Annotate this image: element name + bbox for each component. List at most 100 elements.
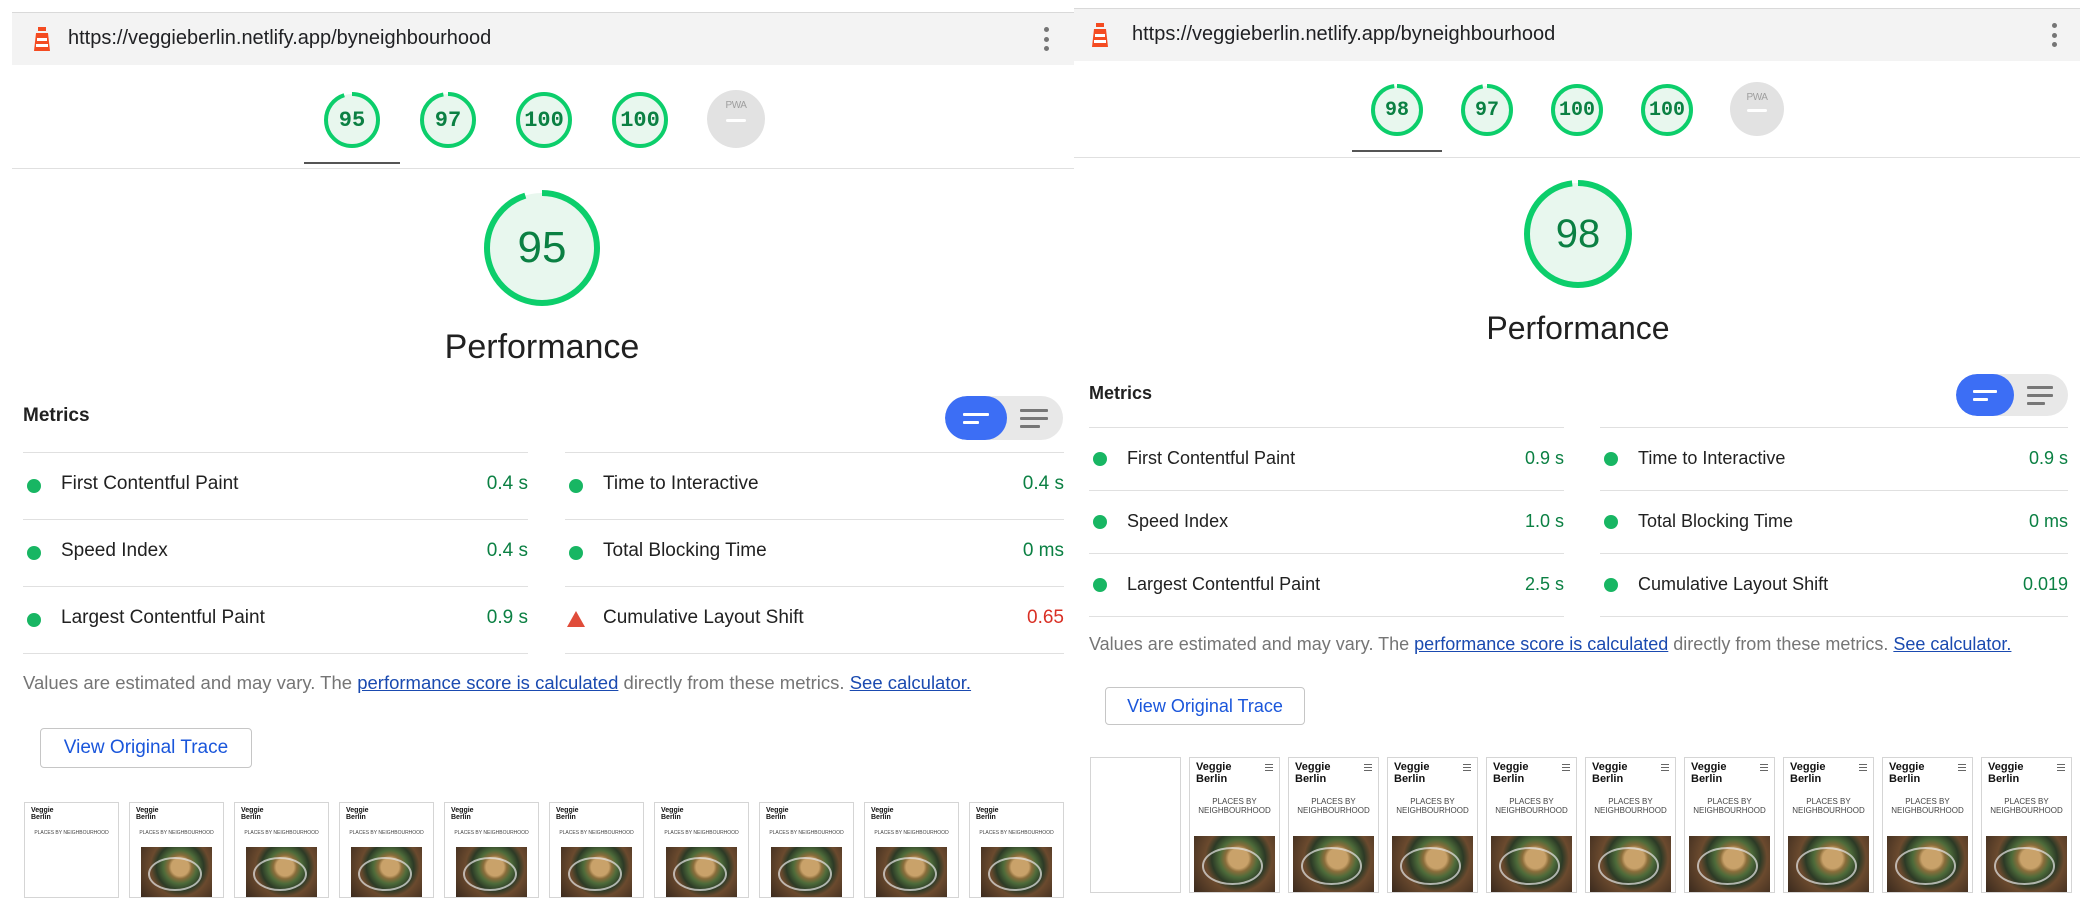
food-photo bbox=[1788, 836, 1869, 892]
menu-icon bbox=[1958, 764, 1966, 771]
menu-icon bbox=[1859, 764, 1867, 771]
menu-icon bbox=[1760, 764, 1768, 771]
filmstrip-frame: Veggie Berlin PLACES BY NEIGHBOURHOOD bbox=[1288, 757, 1379, 893]
list-lines-icon bbox=[2027, 385, 2053, 405]
menu-icon bbox=[1364, 764, 1372, 771]
metrics-divider bbox=[23, 653, 528, 654]
performance-gauge: 98 bbox=[1522, 178, 1634, 290]
pass-indicator-icon bbox=[1604, 578, 1618, 592]
food-photo bbox=[351, 847, 422, 897]
food-photo bbox=[246, 847, 317, 897]
filmstrip-frame: Veggie Berlin PLACES BY NEIGHBOURHOOD bbox=[654, 802, 749, 898]
score-calculation-link[interactable]: performance score is calculated bbox=[357, 672, 618, 693]
pass-indicator-icon bbox=[1604, 452, 1618, 466]
compact-view-button[interactable] bbox=[945, 396, 1007, 440]
filmstrip-frame: Veggie Berlin PLACES BY NEIGHBOURHOOD bbox=[759, 802, 854, 898]
metric-row: Largest Contentful Paint 0.9 s bbox=[23, 586, 528, 653]
tab-pwa[interactable]: PWA bbox=[688, 90, 784, 150]
metric-row: Total Blocking Time 0 ms bbox=[565, 519, 1064, 586]
food-photo bbox=[1689, 836, 1770, 892]
filmstrip-frame: Veggie Berlin PLACES BY NEIGHBOURHOOD bbox=[129, 802, 224, 898]
filmstrip-frame: Veggie Berlin PLACES BY NEIGHBOURHOOD bbox=[1189, 757, 1280, 893]
filmstrip-frame: Veggie Berlin PLACES BY NEIGHBOURHOOD bbox=[1882, 757, 1973, 893]
report-panel-right: https://veggieberlin.netlify.app/byneigh… bbox=[1074, 0, 2080, 924]
tab-performance[interactable]: 95 bbox=[304, 90, 400, 164]
performance-gauge: 95 bbox=[482, 188, 602, 308]
filmstrip: Veggie Berlin PLACES BY NEIGHBOURHOOD Ve… bbox=[24, 802, 1064, 898]
view-trace-button[interactable]: View Original Trace bbox=[1105, 687, 1305, 725]
filmstrip-frame: Veggie Berlin PLACES BY NEIGHBOURHOOD bbox=[444, 802, 539, 898]
metric-row: Speed Index 0.4 s bbox=[23, 519, 528, 586]
metrics-divider bbox=[1089, 616, 1564, 617]
metrics-view-toggle[interactable] bbox=[945, 396, 1063, 440]
metric-row: First Contentful Paint 0.4 s bbox=[23, 452, 528, 519]
tab-seo[interactable]: 100 bbox=[1622, 82, 1712, 138]
filmstrip-frame: Veggie Berlin PLACES BY NEIGHBOURHOOD bbox=[549, 802, 644, 898]
lighthouse-icon bbox=[34, 27, 50, 51]
gauge-best-practices: 100 bbox=[514, 90, 574, 150]
tab-performance[interactable]: 98 bbox=[1352, 82, 1442, 152]
tab-best-practices[interactable]: 100 bbox=[496, 90, 592, 150]
metrics-view-toggle[interactable] bbox=[1956, 374, 2068, 416]
food-photo bbox=[1392, 836, 1473, 892]
food-photo bbox=[1293, 836, 1374, 892]
filmstrip-frame: Veggie Berlin PLACES BY NEIGHBOURHOOD bbox=[1684, 757, 1775, 893]
filmstrip-frame: Veggie Berlin PLACES BY NEIGHBOURHOOD bbox=[969, 802, 1064, 898]
url-bar: https://veggieberlin.netlify.app/byneigh… bbox=[1074, 8, 2080, 61]
filmstrip-frame: Veggie Berlin PLACES BY NEIGHBOURHOOD bbox=[339, 802, 434, 898]
url-bar: https://veggieberlin.netlify.app/byneigh… bbox=[12, 12, 1074, 65]
tab-accessibility[interactable]: 97 bbox=[400, 90, 496, 150]
more-options-icon[interactable] bbox=[2052, 23, 2058, 47]
filmstrip-frame: Veggie Berlin PLACES BY NEIGHBOURHOOD bbox=[864, 802, 959, 898]
expanded-view-button[interactable] bbox=[1004, 396, 1063, 440]
food-photo bbox=[1887, 836, 1968, 892]
menu-icon bbox=[1265, 764, 1273, 771]
food-photo bbox=[1491, 836, 1572, 892]
tab-pwa[interactable]: PWA bbox=[1712, 82, 1802, 138]
metric-row: Time to Interactive 0.4 s bbox=[565, 452, 1064, 519]
metric-row: Time to Interactive 0.9 s bbox=[1600, 427, 2068, 491]
metric-row: Largest Contentful Paint 2.5 s bbox=[1089, 553, 1564, 617]
calculator-link[interactable]: See calculator. bbox=[850, 672, 971, 693]
expanded-view-button[interactable] bbox=[2012, 374, 2068, 416]
category-title: Performance bbox=[1486, 310, 1670, 346]
filmstrip-frame: Veggie Berlin PLACES BY NEIGHBOURHOOD bbox=[234, 802, 329, 898]
tab-best-practices[interactable]: 100 bbox=[1532, 82, 1622, 138]
metric-row: Speed Index 1.0 s bbox=[1089, 490, 1564, 554]
performance-score: 98 bbox=[1555, 211, 1601, 256]
pass-indicator-icon bbox=[1604, 515, 1618, 529]
tab-seo[interactable]: 100 bbox=[592, 90, 688, 150]
food-photo bbox=[456, 847, 527, 897]
menu-icon bbox=[2057, 764, 2065, 771]
score-calculation-link[interactable]: performance score is calculated bbox=[1414, 634, 1668, 654]
category-tabs: 95 97 100 100 PWA bbox=[304, 90, 784, 164]
gauge-performance: 95 bbox=[322, 90, 382, 150]
calculator-link[interactable]: See calculator. bbox=[1893, 634, 2011, 654]
metric-row: Cumulative Layout Shift 0.019 bbox=[1600, 553, 2068, 617]
pass-indicator-icon bbox=[1093, 578, 1107, 592]
pass-indicator-icon bbox=[1093, 515, 1107, 529]
tab-divider bbox=[1074, 157, 2080, 158]
filmstrip-frame: Veggie Berlin PLACES BY NEIGHBOURHOOD bbox=[1981, 757, 2072, 893]
food-photo bbox=[1986, 836, 2067, 892]
url-text: https://veggieberlin.netlify.app/byneigh… bbox=[68, 27, 492, 49]
pass-indicator-icon bbox=[569, 546, 583, 560]
tab-divider bbox=[12, 168, 1074, 169]
more-options-icon[interactable] bbox=[1044, 27, 1050, 51]
compact-view-button[interactable] bbox=[1956, 374, 2014, 416]
metric-row: First Contentful Paint 0.9 s bbox=[1089, 427, 1564, 491]
food-photo bbox=[876, 847, 947, 897]
compact-lines-icon bbox=[963, 412, 989, 424]
view-trace-button[interactable]: View Original Trace bbox=[40, 728, 252, 768]
category-title: Performance bbox=[444, 328, 640, 366]
url-text: https://veggieberlin.netlify.app/byneigh… bbox=[1132, 23, 1556, 45]
food-photo bbox=[141, 847, 212, 897]
metrics-note: Values are estimated and may vary. The p… bbox=[1089, 634, 2012, 654]
pass-indicator-icon bbox=[569, 479, 583, 493]
gauge-seo: 100 bbox=[610, 90, 670, 150]
gauge-accessibility: 97 bbox=[418, 90, 478, 150]
metrics-title: Metrics bbox=[1089, 383, 1153, 403]
tab-accessibility[interactable]: 97 bbox=[1442, 82, 1532, 138]
list-lines-icon bbox=[1019, 408, 1048, 428]
pwa-badge-icon: PWA bbox=[707, 90, 765, 148]
